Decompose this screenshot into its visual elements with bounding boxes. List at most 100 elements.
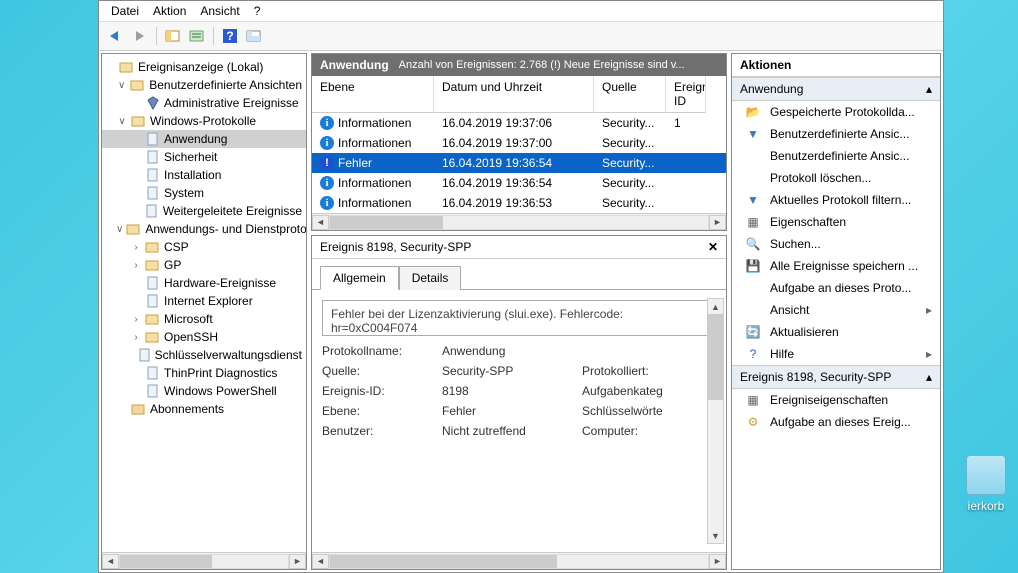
action-item[interactable]: ⚙Aufgabe an dieses Ereig... [732, 411, 940, 433]
action-icon: ? [744, 347, 762, 361]
error-icon: ! [320, 156, 334, 170]
tree-openssh[interactable]: ›OpenSSH [102, 328, 306, 346]
tree-system[interactable]: System [102, 184, 306, 202]
action-icon: 💾 [744, 259, 762, 273]
collapse-icon: ▴ [926, 82, 932, 96]
tree-csp[interactable]: ›CSP [102, 238, 306, 256]
tree-hardware[interactable]: Hardware-Ereignisse [102, 274, 306, 292]
action-icon: ▼ [744, 193, 762, 207]
back-button[interactable] [105, 25, 127, 47]
close-icon[interactable]: ✕ [708, 240, 718, 254]
tree-thinprint[interactable]: ThinPrint Diagnostics [102, 364, 306, 382]
menu-help[interactable]: ? [254, 4, 261, 18]
tree-keymgmt[interactable]: Schlüsselverwaltungsdienst [102, 346, 306, 364]
event-row[interactable]: iInformationen16.04.2019 19:36:53Securit… [312, 193, 726, 213]
grid-subtitle: Anzahl von Ereignissen: 2.768 (!) Neue E… [399, 59, 718, 71]
action-icon: 🔄 [744, 325, 762, 339]
tree-security[interactable]: Sicherheit [102, 148, 306, 166]
action-group-app[interactable]: Anwendung▴ [732, 77, 940, 101]
event-detail-pane: Ereignis 8198, Security-SPP ✕ Allgemein … [311, 235, 727, 570]
action-item[interactable]: Protokoll löschen... [732, 167, 940, 189]
col-level[interactable]: Ebene [312, 76, 434, 113]
tree-ie[interactable]: Internet Explorer [102, 292, 306, 310]
actions-title: Aktionen [732, 54, 940, 77]
detail-hscrollbar[interactable]: ◄► [312, 552, 726, 569]
tab-general[interactable]: Allgemein [320, 266, 399, 290]
detail-vscrollbar[interactable]: ▲▼ [707, 298, 724, 544]
layout-button[interactable] [243, 25, 265, 47]
event-viewer-window: Datei Aktion Ansicht ? ? Ereignisanzeige… [98, 0, 944, 573]
toolbar: ? [99, 22, 943, 51]
event-row[interactable]: iInformationen16.04.2019 19:37:00Securit… [312, 133, 726, 153]
properties-button[interactable] [186, 25, 208, 47]
tree-application[interactable]: Anwendung [102, 130, 306, 148]
tree-setup[interactable]: Installation [102, 166, 306, 184]
navigation-tree[interactable]: Ereignisanzeige (Lokal) ∨Benutzerdefinie… [102, 54, 306, 552]
menu-action[interactable]: Aktion [153, 4, 186, 18]
action-item[interactable]: Benutzerdefinierte Ansic... [732, 145, 940, 167]
tab-details[interactable]: Details [399, 266, 462, 290]
action-icon: ▼ [744, 127, 762, 141]
col-eventid[interactable]: Ereignis-ID [666, 76, 706, 113]
detail-tabs: Allgemein Details [312, 259, 726, 290]
tree-subscriptions[interactable]: Abonnements [102, 400, 306, 418]
event-row[interactable]: !Fehler16.04.2019 19:36:54Security... [312, 153, 726, 173]
grid-columns: Ebene Datum und Uhrzeit Quelle Ereignis-… [312, 76, 726, 113]
action-group-event[interactable]: Ereignis 8198, Security-SPP▴ [732, 365, 940, 389]
grid-hscrollbar[interactable]: ◄► [312, 213, 726, 230]
grid-header: Anwendung Anzahl von Ereignissen: 2.768 … [312, 54, 726, 76]
recycle-bin-label: ierkorb [968, 499, 1005, 513]
grid-body[interactable]: iInformationen16.04.2019 19:37:06Securit… [312, 113, 726, 213]
svg-text:?: ? [226, 29, 233, 43]
forward-button[interactable] [129, 25, 151, 47]
tree-forwarded[interactable]: Weitergeleitete Ereignisse [102, 202, 306, 220]
tree-powershell[interactable]: Windows PowerShell [102, 382, 306, 400]
action-icon: ▦ [744, 393, 762, 407]
menu-view[interactable]: Ansicht [200, 4, 239, 18]
tree-admin-events[interactable]: Administrative Ereignisse [102, 94, 306, 112]
menu-file[interactable]: Datei [111, 4, 139, 18]
tree-microsoft[interactable]: ›Microsoft [102, 310, 306, 328]
tree-gp[interactable]: ›GP [102, 256, 306, 274]
event-properties: Protokollname:Anwendung Quelle:Security-… [322, 344, 716, 438]
recycle-bin[interactable]: ierkorb [958, 455, 1014, 513]
recycle-bin-icon [966, 455, 1006, 495]
info-icon: i [320, 176, 334, 190]
action-item[interactable]: 🔄Aktualisieren [732, 321, 940, 343]
action-icon: 🔍 [744, 237, 762, 251]
tree-custom-views[interactable]: ∨Benutzerdefinierte Ansichten [102, 76, 306, 94]
tree-windows-logs[interactable]: ∨Windows-Protokolle [102, 112, 306, 130]
action-icon: 📂 [744, 105, 762, 119]
action-item[interactable]: Aufgabe an dieses Proto... [732, 277, 940, 299]
info-icon: i [320, 116, 334, 130]
info-icon: i [320, 136, 334, 150]
help-button[interactable]: ? [219, 25, 241, 47]
tree-hscrollbar[interactable]: ◄► [102, 552, 306, 569]
action-item[interactable]: Ansicht▸ [732, 299, 940, 321]
action-item[interactable]: ?Hilfe▸ [732, 343, 940, 365]
col-source[interactable]: Quelle [594, 76, 666, 113]
tree-pane: Ereignisanzeige (Lokal) ∨Benutzerdefinie… [101, 53, 307, 570]
center-pane: Anwendung Anzahl von Ereignissen: 2.768 … [309, 51, 729, 572]
event-message: Fehler bei der Lizenzaktivierung (slui.e… [322, 300, 716, 336]
action-item[interactable]: 📂Gespeicherte Protokollda... [732, 101, 940, 123]
action-item[interactable]: ▼Benutzerdefinierte Ansic... [732, 123, 940, 145]
info-icon: i [320, 196, 334, 210]
collapse-icon: ▴ [926, 370, 932, 384]
actions-pane: Aktionen Anwendung▴ 📂Gespeicherte Protok… [731, 53, 941, 570]
action-item[interactable]: 💾Alle Ereignisse speichern ... [732, 255, 940, 277]
event-row[interactable]: iInformationen16.04.2019 19:36:54Securit… [312, 173, 726, 193]
action-item[interactable]: ▦Eigenschaften [732, 211, 940, 233]
event-row[interactable]: iInformationen16.04.2019 19:37:06Securit… [312, 113, 726, 133]
col-date[interactable]: Datum und Uhrzeit [434, 76, 594, 113]
action-icon: ⚙ [744, 415, 762, 429]
tree-app-services[interactable]: ∨Anwendungs- und Dienstprotokolle [102, 220, 306, 238]
grid-title: Anwendung [320, 58, 389, 72]
action-icon: ▦ [744, 215, 762, 229]
show-hide-tree-button[interactable] [162, 25, 184, 47]
action-item[interactable]: ▼Aktuelles Protokoll filtern... [732, 189, 940, 211]
action-item[interactable]: 🔍Suchen... [732, 233, 940, 255]
detail-title: Ereignis 8198, Security-SPP [320, 240, 708, 254]
action-item[interactable]: ▦Ereigniseigenschaften [732, 389, 940, 411]
tree-root[interactable]: Ereignisanzeige (Lokal) [102, 58, 306, 76]
